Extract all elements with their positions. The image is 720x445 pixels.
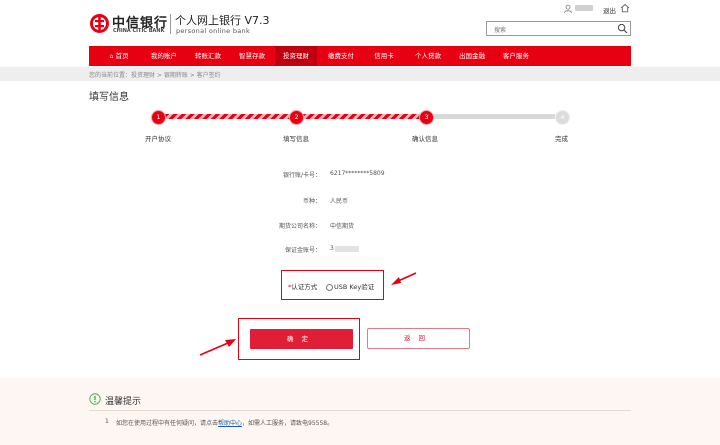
auth-label: *认证方式 bbox=[288, 283, 318, 291]
nav-item-transfer[interactable]: 转账汇款 bbox=[188, 46, 228, 66]
step-2-label: 填写信息 bbox=[283, 135, 309, 143]
auth-option-label: USB Key验证 bbox=[334, 283, 375, 291]
annotation-arrow-auth bbox=[391, 272, 417, 285]
margin-account-mask bbox=[334, 245, 359, 252]
search-input[interactable] bbox=[486, 21, 631, 36]
step-3-circle: 3 bbox=[419, 110, 434, 125]
citic-logo-icon bbox=[90, 14, 109, 33]
product-title: 个人网上银行 V7.3 bbox=[175, 14, 270, 27]
search-icon[interactable] bbox=[617, 23, 628, 34]
logout-link[interactable]: 退出 bbox=[603, 5, 616, 15]
margin-account-prefix: 3 bbox=[330, 245, 334, 252]
nav-item-credit-card[interactable]: 信用卡 bbox=[366, 46, 402, 66]
nav-item-overseas[interactable]: 出国金融 bbox=[452, 46, 492, 66]
tip-bulb-icon bbox=[89, 393, 101, 405]
user-name-masked bbox=[575, 5, 593, 11]
nav-item-payment[interactable]: 缴费支付 bbox=[321, 46, 361, 66]
futures-company-value: 中信期货 bbox=[330, 223, 355, 230]
step-4-label: 完成 bbox=[555, 135, 568, 143]
auth-option-usb-key[interactable]: USB Key验证 bbox=[326, 281, 374, 291]
nav-item-loan[interactable]: 个人贷款 bbox=[408, 46, 448, 66]
nav-item-home[interactable]: ⌂ 首页 bbox=[100, 46, 138, 66]
tip-text: 如您在使用过程中有任何疑问，请点击帮助中心，如需人工服务，请致电95558。 bbox=[116, 420, 334, 427]
account-label: 银行账/卡号： bbox=[282, 172, 321, 179]
progress-segment-3 bbox=[433, 114, 555, 119]
progress-segment-1 bbox=[165, 114, 290, 119]
home-icon: ⌂ bbox=[109, 53, 114, 60]
nav-item-my-account[interactable]: 我的账户 bbox=[144, 46, 184, 66]
breadcrumb: 您的当前位置：投资理财 > 银期转账 > 客户签约 bbox=[89, 72, 221, 79]
step-1-circle: 1 bbox=[151, 110, 166, 125]
progress-segment-2 bbox=[302, 114, 420, 119]
radio-button[interactable] bbox=[326, 283, 333, 291]
header-divider bbox=[170, 14, 171, 34]
back-button[interactable]: 返回 bbox=[367, 328, 470, 349]
nav-item-deposit[interactable]: 智慧存款 bbox=[232, 46, 272, 66]
help-center-link[interactable]: 帮助中心 bbox=[218, 420, 242, 427]
margin-account-label: 保证金账号： bbox=[284, 247, 321, 254]
nav-item-investment[interactable]: 投资理财 bbox=[275, 46, 317, 66]
nav-item-service[interactable]: 客户服务 bbox=[496, 46, 536, 66]
bank-name-en: CHINA CITIC BANK bbox=[113, 28, 165, 34]
tips-divider bbox=[89, 410, 631, 411]
tips-title: 温馨提示 bbox=[105, 397, 142, 407]
step-2-circle: 2 bbox=[289, 110, 304, 125]
nav-item-label: 首页 bbox=[115, 52, 129, 60]
currency-value: 人民币 bbox=[330, 198, 349, 205]
futures-company-label: 期货公司名称： bbox=[278, 223, 321, 230]
search-placeholder: 搜索 bbox=[494, 27, 507, 34]
tips-section bbox=[0, 378, 720, 445]
step-3-label: 确认信息 bbox=[412, 135, 438, 143]
step-4-circle: 4 bbox=[555, 110, 570, 125]
account-value: 6217********5809 bbox=[330, 170, 385, 177]
user-icon bbox=[564, 4, 572, 14]
product-subtitle: personal online bank bbox=[176, 27, 251, 35]
home-icon[interactable] bbox=[620, 3, 630, 13]
tip-number: 1 bbox=[105, 418, 109, 425]
page-title: 填写信息 bbox=[89, 92, 129, 103]
confirm-button[interactable]: 确定 bbox=[250, 329, 353, 349]
step-1-label: 开户协议 bbox=[145, 135, 171, 143]
annotation-arrow-confirm bbox=[199, 339, 236, 356]
margin-account-value: 3 bbox=[330, 245, 359, 252]
currency-label: 币种： bbox=[302, 198, 321, 205]
